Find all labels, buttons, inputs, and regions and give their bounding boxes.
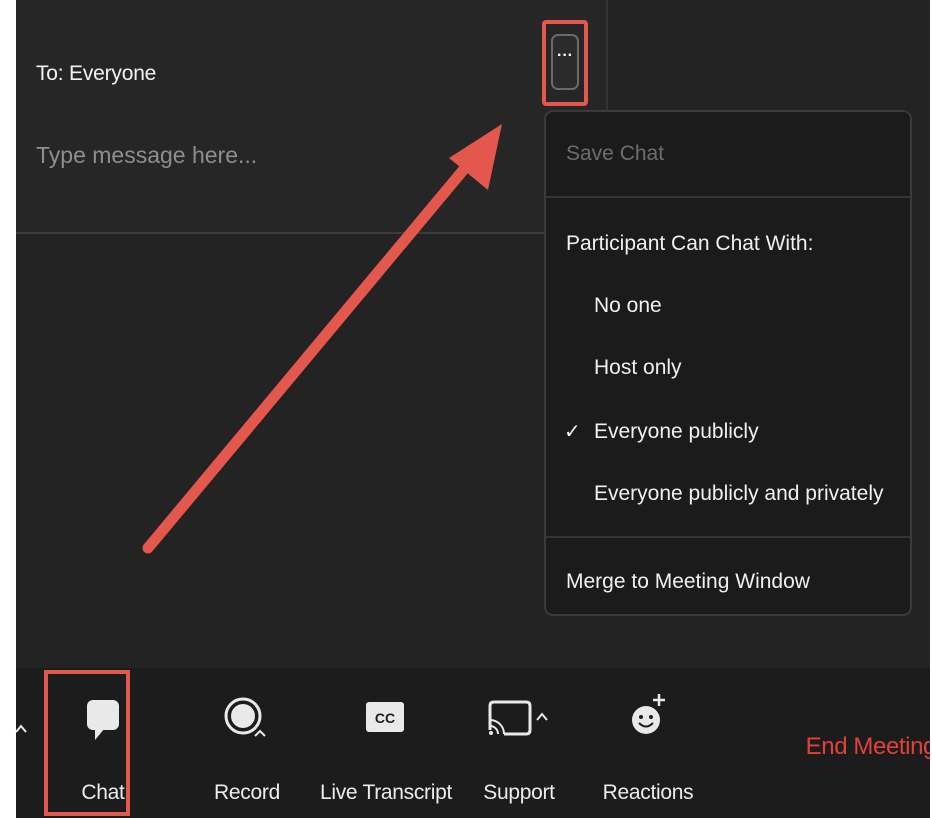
option-label: Host only [594, 356, 682, 379]
chat-options-menu: Save Chat Participant Can Chat With: No … [544, 110, 912, 616]
record-button[interactable]: Record [202, 668, 292, 818]
reactions-button-label: Reactions [602, 781, 694, 804]
save-chat-item: Save Chat [546, 130, 910, 178]
chevron-up-icon[interactable] [0, 718, 30, 738]
menu-divider [546, 536, 910, 538]
live-transcript-button[interactable]: CC Live Transcript [316, 668, 456, 818]
participant-chat-header: Participant Can Chat With: [546, 220, 910, 268]
chat-recipient-label[interactable]: To: Everyone [36, 62, 156, 86]
save-chat-label: Save Chat [566, 142, 665, 165]
option-host-only[interactable]: Host only [546, 344, 910, 392]
live-transcript-label: Live Transcript [319, 781, 453, 804]
reactions-button[interactable]: Reactions [596, 668, 700, 818]
record-button-label: Record [214, 781, 280, 804]
support-button[interactable]: Support [474, 668, 564, 818]
screen-cast-icon [488, 700, 548, 736]
record-icon [224, 697, 266, 737]
option-everyone-publicly-and-privately[interactable]: Everyone publicly and privately [546, 470, 910, 518]
chat-button[interactable]: Chat [64, 668, 142, 818]
cc-icon: CC [366, 702, 404, 732]
end-meeting-button[interactable]: End Meeting [776, 733, 930, 761]
chat-button-label: Chat [81, 781, 125, 804]
option-everyone-publicly[interactable]: ✓ Everyone publicly [546, 408, 910, 456]
section-header-label: Participant Can Chat With: [566, 232, 814, 255]
smiley-add-icon [632, 694, 665, 734]
chat-message-input[interactable] [36, 138, 516, 172]
checkmark-icon: ✓ [564, 421, 581, 443]
option-label: Everyone publicly and privately [594, 482, 884, 505]
option-label: No one [594, 294, 662, 317]
cc-icon-text: CC [375, 710, 395, 726]
merge-to-meeting-window-item[interactable]: Merge to Meeting Window [546, 558, 910, 606]
chat-bubble-icon [87, 700, 119, 740]
menu-divider [546, 196, 910, 198]
more-options-button[interactable]: ··· [542, 20, 588, 106]
option-no-one[interactable]: No one [546, 282, 910, 330]
merge-label: Merge to Meeting Window [566, 570, 810, 593]
support-button-label: Support [483, 781, 555, 804]
ellipsis-icon: ··· [551, 34, 579, 90]
chat-compose-panel: To: Everyone ··· [16, 0, 606, 234]
option-label: Everyone publicly [594, 420, 759, 443]
meeting-window: To: Everyone ··· Save Chat Participant C… [16, 0, 930, 818]
